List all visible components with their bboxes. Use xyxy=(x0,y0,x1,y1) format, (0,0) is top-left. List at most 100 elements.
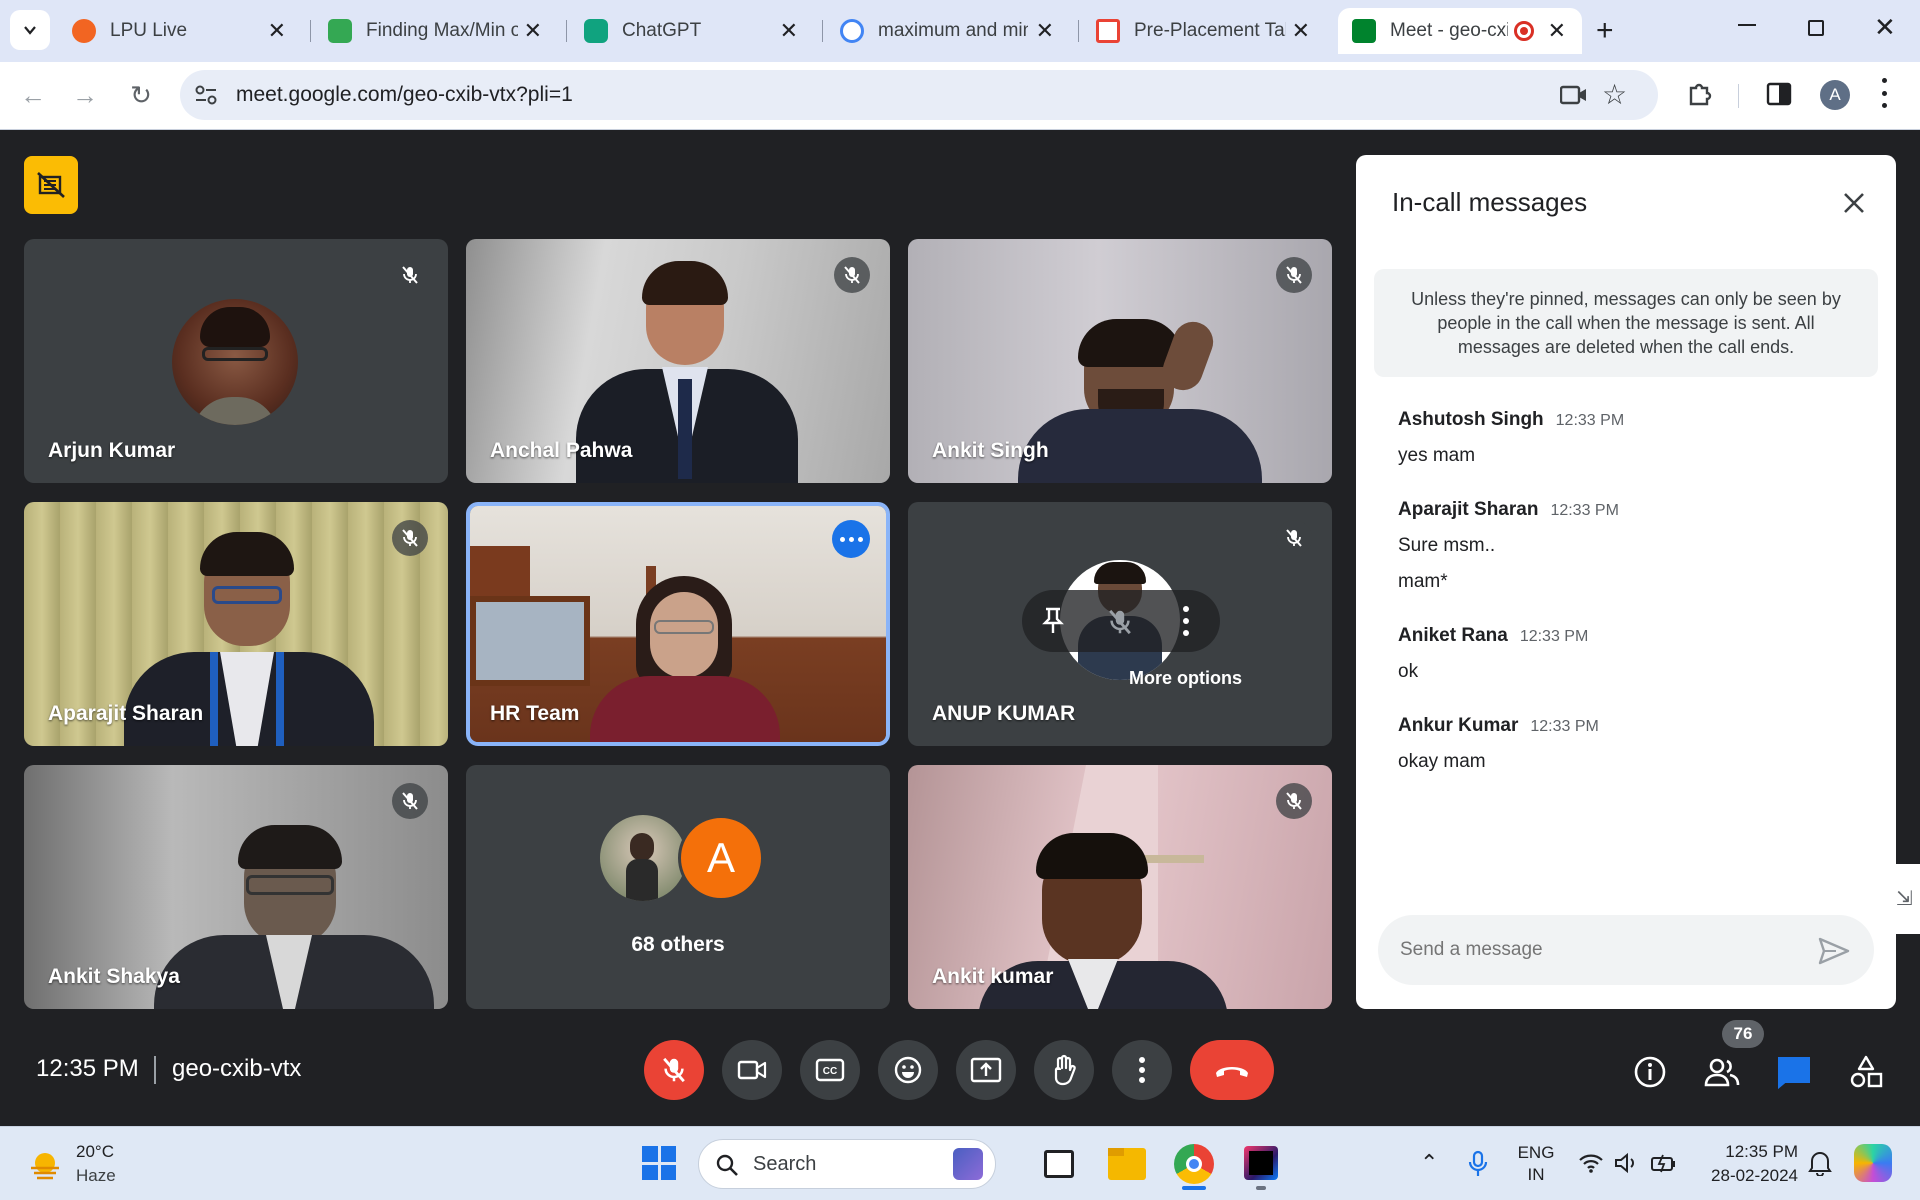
message-time: 12:33 PM xyxy=(1519,628,1589,645)
tab-gmail[interactable]: Pre-Placement Talk ✕ xyxy=(1082,8,1326,54)
pin-icon[interactable] xyxy=(1040,607,1066,635)
camera-in-use-icon[interactable] xyxy=(1560,85,1588,105)
copilot-icon[interactable] xyxy=(1854,1144,1892,1182)
new-tab-button[interactable]: + xyxy=(1596,14,1614,48)
people-button[interactable] xyxy=(1700,1050,1744,1094)
close-panel-button[interactable] xyxy=(1834,183,1874,223)
tab-meet[interactable]: Meet - geo-cxi ✕ xyxy=(1338,8,1582,54)
svg-text:CC: CC xyxy=(823,1066,837,1077)
raise-hand-button[interactable] xyxy=(1034,1040,1094,1100)
language-indicator[interactable]: ENG IN xyxy=(1512,1142,1560,1186)
participant-tile[interactable]: More options ANUP KUMAR xyxy=(908,502,1332,746)
people-icon xyxy=(1704,1058,1740,1087)
battery-icon[interactable] xyxy=(1650,1152,1678,1174)
mute-participant-icon[interactable] xyxy=(1106,608,1134,636)
back-button[interactable]: ← xyxy=(16,80,50,111)
more-options-icon[interactable] xyxy=(1182,606,1190,636)
restore-button[interactable] xyxy=(1808,20,1824,36)
address-bar[interactable]: meet.google.com/geo-cxib-vtx?pli=1 ☆ xyxy=(180,70,1658,120)
message-text: mam* xyxy=(1398,571,1448,592)
tab-label: ChatGPT xyxy=(622,20,702,41)
system-clock[interactable]: 12:35 PM 28-02-2024 xyxy=(1690,1140,1798,1188)
weather-desc: Haze xyxy=(76,1166,116,1185)
side-panel-icon[interactable] xyxy=(1766,82,1792,106)
extensions-icon[interactable] xyxy=(1686,80,1714,108)
reactions-button[interactable] xyxy=(878,1040,938,1100)
participant-tile[interactable]: Ankit kumar xyxy=(908,765,1332,1009)
close-icon[interactable]: ✕ xyxy=(524,18,542,44)
camera-toggle-button[interactable] xyxy=(722,1040,782,1100)
reload-button[interactable]: ↻ xyxy=(124,80,158,111)
in-call-messages-panel: In-call messages Unless they're pinned, … xyxy=(1356,155,1896,1009)
minimize-button[interactable] xyxy=(1738,24,1756,26)
activities-button[interactable] xyxy=(1844,1050,1888,1094)
more-options-button[interactable] xyxy=(1112,1040,1172,1100)
present-screen-button[interactable] xyxy=(956,1040,1016,1100)
participant-name: Aparajit Sharan xyxy=(48,702,204,725)
close-icon[interactable]: ✕ xyxy=(1292,18,1310,44)
participant-tile[interactable]: Ankit Singh xyxy=(908,239,1332,483)
language-bottom: IN xyxy=(1527,1165,1545,1184)
close-icon[interactable]: ✕ xyxy=(780,18,798,44)
visual-effects-toggle[interactable] xyxy=(24,156,78,214)
chat-message: Ankur Kumar 12:33 PM okay mam xyxy=(1398,715,1858,773)
microphone-tray-icon[interactable] xyxy=(1468,1150,1488,1178)
notification-bell-icon[interactable] xyxy=(1808,1150,1832,1176)
search-highlight-icon xyxy=(953,1148,983,1180)
participant-tile[interactable]: Ankit Shakya xyxy=(24,765,448,1009)
tile-more-options-button[interactable] xyxy=(832,520,870,558)
recording-indicator-icon xyxy=(1514,21,1534,41)
participant-tile[interactable]: Aparajit Sharan xyxy=(24,502,448,746)
tab-finding-max-min[interactable]: Finding Max/Min of ✕ xyxy=(314,8,558,54)
site-settings-icon[interactable] xyxy=(194,84,218,106)
message-sender: Aniket Rana xyxy=(1398,625,1508,646)
meeting-details-button[interactable] xyxy=(1628,1050,1672,1094)
tab-label: Finding Max/Min of xyxy=(366,20,518,41)
participant-tile-active-speaker[interactable]: HR Team xyxy=(466,502,890,746)
close-icon[interactable]: ✕ xyxy=(1036,18,1054,44)
chevron-up-icon[interactable]: ⌃ xyxy=(1420,1150,1438,1176)
message-text: okay mam xyxy=(1398,751,1486,772)
bookmark-star-icon[interactable]: ☆ xyxy=(1602,78,1627,111)
others-tile[interactable]: A 68 others xyxy=(466,765,890,1009)
tab-google-search[interactable]: maximum and min ✕ xyxy=(826,8,1070,54)
profile-initial: A xyxy=(1829,85,1841,104)
tile-hover-controls xyxy=(1022,590,1220,652)
tab-chatgpt[interactable]: ChatGPT ✕ xyxy=(570,8,814,54)
captions-button[interactable]: CC xyxy=(800,1040,860,1100)
browser-menu-button[interactable] xyxy=(1880,78,1888,108)
chat-message: Aparajit Sharan 12:33 PM Sure msm.. mam* xyxy=(1398,499,1858,593)
tab-search-button[interactable] xyxy=(10,10,50,50)
volume-icon[interactable] xyxy=(1614,1152,1640,1174)
close-icon[interactable]: ✕ xyxy=(1548,18,1566,44)
weather-widget[interactable]: 20°C Haze xyxy=(22,1140,142,1190)
close-icon[interactable]: ✕ xyxy=(268,18,286,44)
participant-tile[interactable]: Arjun Kumar xyxy=(24,239,448,483)
chevron-down-icon xyxy=(24,26,36,35)
message-time: 12:33 PM xyxy=(1555,412,1625,429)
tab-lpu-live[interactable]: LPU Live ✕ xyxy=(58,8,302,54)
start-button[interactable] xyxy=(642,1146,676,1180)
task-view-icon[interactable] xyxy=(1044,1150,1074,1178)
leave-call-button[interactable] xyxy=(1190,1040,1274,1100)
participant-tile[interactable]: Anchal Pahwa xyxy=(466,239,890,483)
message-sender: Ashutosh Singh xyxy=(1398,409,1544,430)
close-window-button[interactable]: ✕ xyxy=(1874,12,1896,43)
chat-button[interactable] xyxy=(1772,1050,1816,1094)
intellij-taskbar-icon[interactable] xyxy=(1244,1146,1278,1180)
wifi-icon[interactable] xyxy=(1578,1152,1604,1174)
forward-button[interactable]: → xyxy=(68,80,102,111)
message-input[interactable] xyxy=(1400,915,1800,985)
meeting-code: geo-cxib-vtx xyxy=(172,1055,302,1082)
file-explorer-icon[interactable] xyxy=(1108,1148,1146,1180)
send-icon[interactable] xyxy=(1818,937,1850,965)
mic-toggle-button[interactable] xyxy=(644,1040,704,1100)
profile-avatar[interactable]: A xyxy=(1820,80,1850,110)
chatgpt-favicon-icon xyxy=(584,19,608,43)
companion-handle[interactable]: ⇲ xyxy=(1888,864,1920,934)
chrome-taskbar-icon[interactable] xyxy=(1174,1144,1214,1184)
language-top: ENG xyxy=(1517,1143,1555,1162)
taskbar-search[interactable]: Search xyxy=(698,1139,996,1189)
message-time: 12:33 PM xyxy=(1530,718,1599,735)
no-video-grid-icon xyxy=(37,172,65,198)
